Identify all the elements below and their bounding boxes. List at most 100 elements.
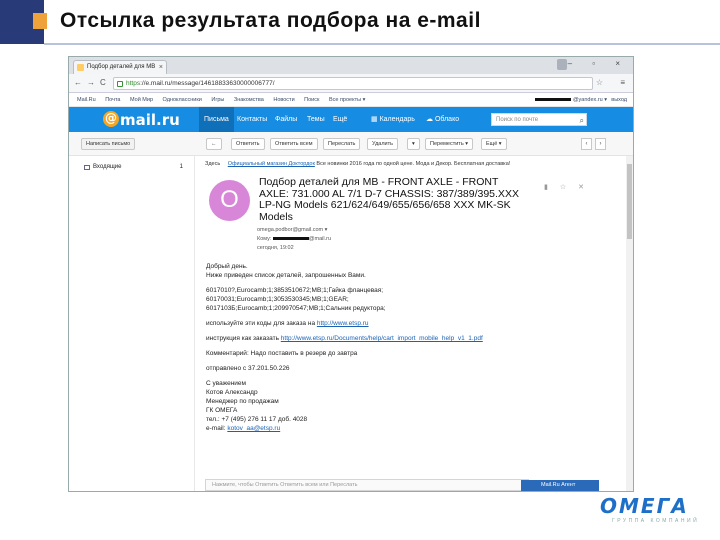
- mailru-logo-text: mail.ru: [120, 111, 180, 129]
- nav-calendar[interactable]: ▦ Календарь: [366, 107, 420, 132]
- url-path: ://e.mail.ru/message/1461883363000000677…: [140, 80, 275, 87]
- signature-email-link[interactable]: kotov_aa@etsp.ru: [227, 425, 280, 432]
- instruction-text: инструкция как заказать: [206, 335, 279, 342]
- window-controls[interactable]: – ▫ ×: [568, 59, 629, 68]
- scrollbar-thumb[interactable]: [627, 164, 632, 239]
- codes-line: используйте эти коды для заказа на http:…: [206, 319, 606, 328]
- nav-cloud[interactable]: ☁ Облако: [421, 107, 464, 132]
- greeting: Добрый день.: [206, 263, 248, 270]
- message-action-icons[interactable]: ▮☆✕: [544, 183, 596, 191]
- crumb-label: Здесь: [205, 161, 221, 167]
- portal-link-games[interactable]: Игры: [211, 97, 224, 103]
- ad-breadcrumb: Здесь Официальный магазин Доктордок Все …: [205, 158, 621, 170]
- folder-sidebar: Входящие 1: [69, 156, 195, 491]
- url-input[interactable]: https://e.mail.ru/message/14618833630000…: [113, 77, 593, 90]
- signature-line: Котов Александр: [206, 389, 258, 396]
- page-scrollbar[interactable]: [626, 156, 633, 491]
- mailru-logo[interactable]: @ mail.ru: [103, 111, 180, 129]
- portal-link-search[interactable]: Поиск: [304, 97, 319, 103]
- back-arrow-icon[interactable]: ←: [74, 78, 82, 87]
- comment-line: Комментарий: Надо поставить в резерв до …: [206, 350, 358, 357]
- bookmark-star-icon[interactable]: ☆: [596, 78, 603, 87]
- to-label: Кому:: [257, 236, 272, 242]
- back-button[interactable]: ←: [206, 138, 222, 150]
- more-button[interactable]: Ещё ▾: [481, 138, 507, 150]
- forward-button[interactable]: Переслать: [323, 138, 361, 150]
- move-button[interactable]: Переместить ▾: [425, 138, 473, 150]
- redacted-username: [534, 98, 571, 102]
- item-line: 6017010?,Eurocamb;1;3853510672;MB;1;Гайк…: [206, 287, 384, 294]
- item-line: 6017103Б;Eurocamb;1;209970547;MB;1;Сальн…: [206, 305, 386, 312]
- signature-line: Менеджер по продажам: [206, 398, 279, 405]
- folder-label: Входящие: [93, 164, 122, 170]
- nav-files[interactable]: Файлы: [270, 107, 302, 132]
- search-icon[interactable]: ⌕: [580, 115, 584, 127]
- instruction-link[interactable]: http://www.etsp.ru/Documents/help/cart_i…: [281, 335, 483, 342]
- sent-from-line: отправлено с 37.201.50.226: [206, 365, 290, 372]
- portal-link-mailru[interactable]: Mail.Ru: [77, 97, 96, 103]
- nav-more[interactable]: Ещё: [328, 107, 352, 132]
- signature-line: С уважением: [206, 380, 247, 387]
- prev-message-icon[interactable]: ‹: [581, 138, 592, 150]
- cloud-icon: ☁: [426, 116, 435, 123]
- to-suffix: @mail.ru: [308, 236, 332, 242]
- intro-line: Ниже приведен список деталей, запрошенны…: [206, 272, 366, 279]
- reply-all-button[interactable]: Ответить всем: [270, 138, 318, 150]
- from-caret-icon[interactable]: ▾: [325, 227, 328, 233]
- nav-letters[interactable]: Письма: [199, 107, 234, 132]
- cloud-label: Облако: [434, 116, 460, 123]
- from-line: omega.podbor@gmail.com ▾: [257, 227, 327, 233]
- nav-themes[interactable]: Темы: [302, 107, 330, 132]
- forward-arrow-icon[interactable]: →: [87, 78, 95, 87]
- quick-reply-field[interactable]: Нажмите, чтобы Ответить Ответить всем ил…: [205, 479, 529, 491]
- email-label: e-mail:: [206, 425, 226, 432]
- redacted-recipient: [272, 237, 309, 241]
- header-divider: [44, 43, 720, 45]
- profile-icon[interactable]: [557, 59, 567, 70]
- presentation-slide: Отсылка результата подбора на e-mail Под…: [0, 0, 720, 540]
- omega-logo: ОМЕГА: [600, 494, 689, 518]
- tab-favicon-icon: [77, 64, 84, 71]
- message-subject: Подбор деталей для МВ - FRONT AXLE - FRO…: [259, 176, 519, 223]
- ad-link[interactable]: Официальный магазин Доктордок: [228, 161, 315, 167]
- spam-dropdown-button[interactable]: ▾: [407, 138, 420, 150]
- portal-link-all-projects[interactable]: Все проекты ▾: [329, 97, 365, 103]
- write-letter-button[interactable]: Написать письмо: [81, 138, 136, 150]
- item-line: 60170031;Eurocamb;1;3053530345;MB;1;GEAR…: [206, 296, 349, 303]
- mail-search-input[interactable]: Поиск по почте ⌕: [491, 113, 587, 126]
- folder-inbox[interactable]: Входящие 1: [83, 162, 189, 173]
- portal-link-dating[interactable]: Знакомства: [234, 97, 264, 103]
- calendar-label: Календарь: [379, 116, 415, 123]
- mailru-agent-button[interactable]: Mail.Ru Агент: [521, 480, 599, 491]
- from-address[interactable]: omega.podbor@gmail.com: [257, 227, 323, 233]
- browser-menu-icon[interactable]: ≡: [620, 78, 625, 87]
- codes-text: используйте эти коды для заказа на: [206, 320, 316, 327]
- reply-button[interactable]: Ответить: [231, 138, 265, 150]
- signature-email-line: e-mail: kotov_aa@etsp.ru: [206, 424, 606, 433]
- portal-link-moymir[interactable]: Мой Мир: [130, 97, 153, 103]
- portal-link-ok[interactable]: Одноклассники: [163, 97, 202, 103]
- tab-close-icon[interactable]: ×: [159, 61, 163, 74]
- next-message-icon[interactable]: ›: [595, 138, 606, 150]
- portal-link-pochta[interactable]: Почта: [105, 97, 120, 103]
- tab-title: Подбор деталей для МВ: [87, 64, 156, 70]
- portal-link-news[interactable]: Новости: [273, 97, 294, 103]
- calendar-icon: ▦: [371, 116, 380, 123]
- folder-count: 1: [179, 164, 183, 170]
- etsp-link[interactable]: http://www.etsp.ru: [317, 320, 369, 327]
- browser-screenshot: Подбор деталей для МВ × – ▫ × ← → C http…: [68, 56, 634, 492]
- date-line: сегодня, 19:02: [257, 245, 294, 251]
- browser-tab[interactable]: Подбор деталей для МВ ×: [73, 60, 167, 74]
- header-orange-square: [33, 13, 47, 29]
- instruction-line: инструкция как заказать http://www.etsp.…: [206, 334, 606, 343]
- nav-contacts[interactable]: Контакты: [232, 107, 272, 132]
- logout-link[interactable]: выход: [611, 93, 627, 106]
- reload-icon[interactable]: C: [100, 78, 106, 87]
- omega-logo-subtitle: ГРУППА КОМПАНИЙ: [612, 518, 700, 524]
- message-body: Добрый день. Ниже приведен список детале…: [206, 262, 606, 433]
- sender-avatar: O: [209, 180, 250, 221]
- mail-header-bar: @ mail.ru Письма Контакты Файлы Темы Ещё …: [69, 107, 633, 132]
- delete-button[interactable]: Удалить: [367, 138, 398, 150]
- user-account-menu[interactable]: @yandex.ru ▾: [534, 93, 607, 106]
- message-toolbar: Написать письмо ← Ответить Ответить всем…: [69, 132, 633, 156]
